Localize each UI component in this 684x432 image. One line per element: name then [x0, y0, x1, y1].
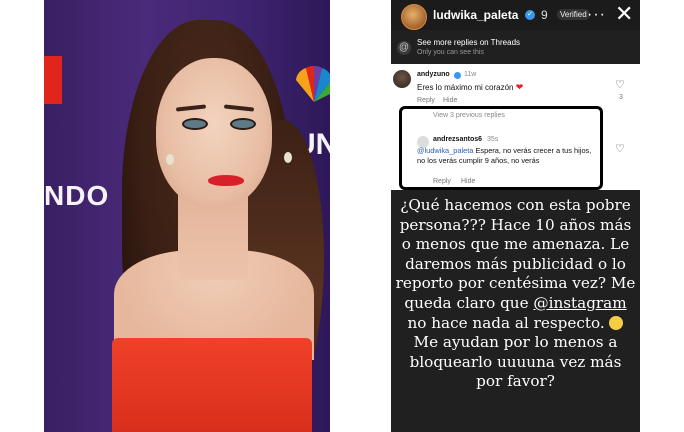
comment-reply-button[interactable]: Reply [417, 97, 435, 104]
story-username[interactable]: ludwika_paleta [433, 8, 518, 22]
story-caption: ¿Qué hacemos con esta pobre persona??? H… [395, 196, 636, 392]
left-earring [166, 154, 174, 165]
story-caption-part-c: Me ayudan por lo menos a bloquearlo uuuu… [409, 333, 622, 391]
comment-like-count: 3 [619, 94, 623, 101]
right-earring [284, 152, 292, 163]
heart-outline-icon[interactable]: ♡ [615, 142, 625, 155]
right-eye [230, 118, 256, 130]
comment-time: 11w [464, 71, 477, 78]
comment-hide-button[interactable]: Hide [443, 97, 457, 104]
heart-outline-icon[interactable]: ♡ [615, 78, 625, 91]
verified-badge-icon [454, 72, 461, 79]
verified-icon: ✓ [525, 10, 535, 20]
threads-text[interactable]: See more replies on Threads [417, 38, 520, 47]
backdrop-logo-text: NDO [44, 180, 110, 211]
threads-icon: @ [397, 41, 411, 55]
flushed-emoji-icon [609, 315, 624, 330]
verified-chip: Verified [557, 9, 590, 20]
face [156, 58, 272, 208]
story-time: 9 [541, 8, 548, 22]
comment-username[interactable]: andyzuno [417, 71, 450, 78]
instagram-story: ludwika_paleta ✓ 9 Verified ··· ✕ @ See … [391, 0, 640, 432]
close-icon[interactable]: ✕ [615, 2, 633, 26]
comment-body: Eres lo máximo mi corazón [417, 83, 514, 92]
peacock-logo-icon [296, 65, 330, 102]
comment-text: Eres lo máximo mi corazón ❤ [417, 82, 523, 93]
reply-text: @ludwika_paleta Espera, no verás crecer … [417, 146, 597, 166]
reply-reply-button[interactable]: Reply [433, 178, 451, 185]
celebrity-photo: NDO UN [44, 0, 330, 432]
reply-hide-button[interactable]: Hide [461, 178, 475, 185]
story-header: ludwika_paleta ✓ 9 Verified ··· ✕ [391, 0, 640, 30]
threads-notice[interactable]: @ See more replies on Threads Only you c… [391, 34, 640, 62]
lips [208, 175, 244, 186]
backdrop-logo-block [44, 56, 62, 104]
threads-subtext: Only you can see this [417, 49, 484, 56]
reply-username[interactable]: andrezsantos6 [433, 136, 482, 143]
left-eye [182, 118, 208, 130]
reply-mention[interactable]: @ludwika_paleta [417, 146, 473, 155]
heart-emoji-icon: ❤ [515, 82, 524, 92]
comment-avatar[interactable] [393, 70, 411, 88]
comment-screenshot: andyzuno 11w Eres lo máximo mi corazón ❤… [391, 64, 640, 190]
reply-time: 35s [487, 136, 499, 143]
red-dress [112, 338, 312, 432]
instagram-mention[interactable]: @instagram [533, 294, 626, 312]
story-avatar[interactable] [401, 4, 427, 30]
story-caption-part-b: no hace nada al respecto. [407, 313, 605, 332]
more-icon[interactable]: ··· [587, 6, 606, 24]
